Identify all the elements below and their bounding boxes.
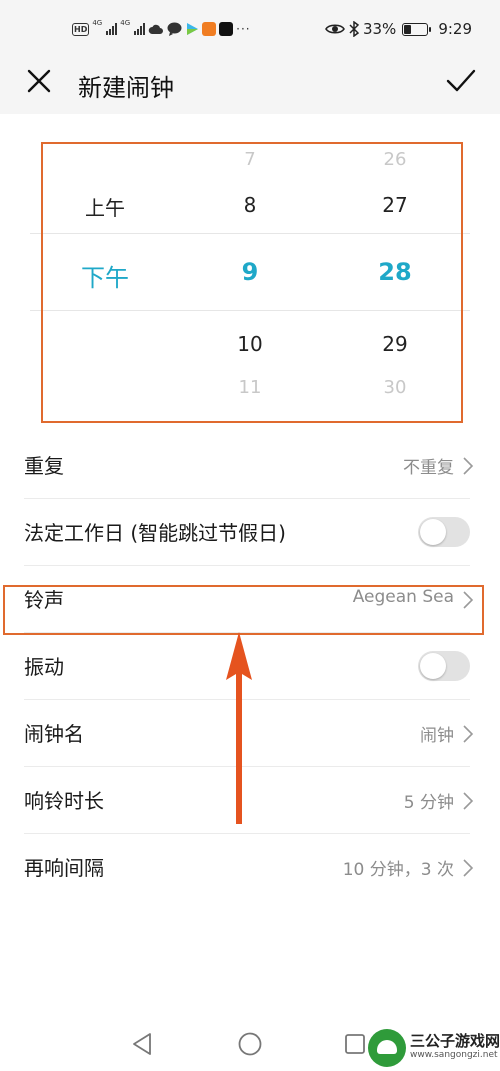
chat-icon xyxy=(167,22,182,36)
setting-label: 再响间隔 xyxy=(24,856,104,880)
setting-value: 10 分钟，3 次 xyxy=(342,860,454,880)
toggle-knob xyxy=(420,519,446,545)
hd-icon: HD xyxy=(72,22,90,36)
battery-icon xyxy=(402,22,432,36)
chevron-right-icon xyxy=(463,859,474,877)
play-icon xyxy=(187,23,199,35)
watermark-title: 三公子游戏网 xyxy=(410,1032,500,1050)
battery-fill xyxy=(404,24,412,34)
network-type-label: 4G xyxy=(92,19,103,27)
chevron-right-icon xyxy=(463,792,474,810)
page-title: 新建闹钟 xyxy=(78,74,174,102)
watermark-url: www.sangongzi.net xyxy=(410,1050,498,1060)
cloud-icon xyxy=(148,24,164,34)
check-icon[interactable] xyxy=(446,68,476,94)
back-icon[interactable] xyxy=(131,1031,153,1057)
workday-toggle[interactable] xyxy=(418,517,470,547)
setting-value: 不重复 xyxy=(403,458,454,478)
signal-icon-2 xyxy=(134,23,146,35)
network-type-label-2: 4G xyxy=(120,19,131,27)
setting-label: 闹钟名 xyxy=(24,722,84,746)
chevron-right-icon xyxy=(463,725,474,743)
battery-percent: 33% xyxy=(362,20,397,38)
setting-row-snooze[interactable]: 再响间隔 10 分钟，3 次 xyxy=(0,834,500,901)
setting-label: 重复 xyxy=(24,454,64,478)
home-icon[interactable] xyxy=(237,1031,263,1057)
setting-value: 5 分钟 xyxy=(403,793,454,813)
watermark-logo xyxy=(368,1029,406,1067)
status-icons-right: 33% 9:29 xyxy=(325,18,472,40)
bluetooth-icon xyxy=(349,21,359,37)
vibrate-toggle[interactable] xyxy=(418,651,470,681)
more-icon: ··· xyxy=(236,22,251,36)
clock-time: 9:29 xyxy=(438,20,472,38)
toggle-knob xyxy=(420,653,446,679)
tiktok-icon xyxy=(219,22,234,36)
setting-value: 闹钟 xyxy=(420,726,454,746)
setting-label: 响铃时长 xyxy=(24,789,104,813)
signal-icon xyxy=(106,23,118,35)
video-icon xyxy=(202,22,217,36)
chevron-right-icon xyxy=(463,457,474,475)
status-bar: HD 4G 4G ··· 33% 9:29 xyxy=(0,0,500,58)
eye-icon xyxy=(325,24,345,34)
app-header: 新建闹钟 xyxy=(0,58,500,114)
status-icons-left: HD 4G 4G ··· xyxy=(72,20,251,38)
setting-row-repeat[interactable]: 重复 不重复 xyxy=(0,432,500,499)
picker-highlight-box xyxy=(41,142,463,423)
setting-label: 振动 xyxy=(24,655,64,679)
annotation-arrow-icon xyxy=(226,632,252,824)
setting-label: 法定工作日 (智能跳过节假日) xyxy=(24,521,286,545)
watermark: 三公子游戏网 www.sangongzi.net xyxy=(360,1025,500,1071)
close-icon[interactable] xyxy=(26,68,52,94)
setting-row-workday: 法定工作日 (智能跳过节假日) xyxy=(0,499,500,566)
